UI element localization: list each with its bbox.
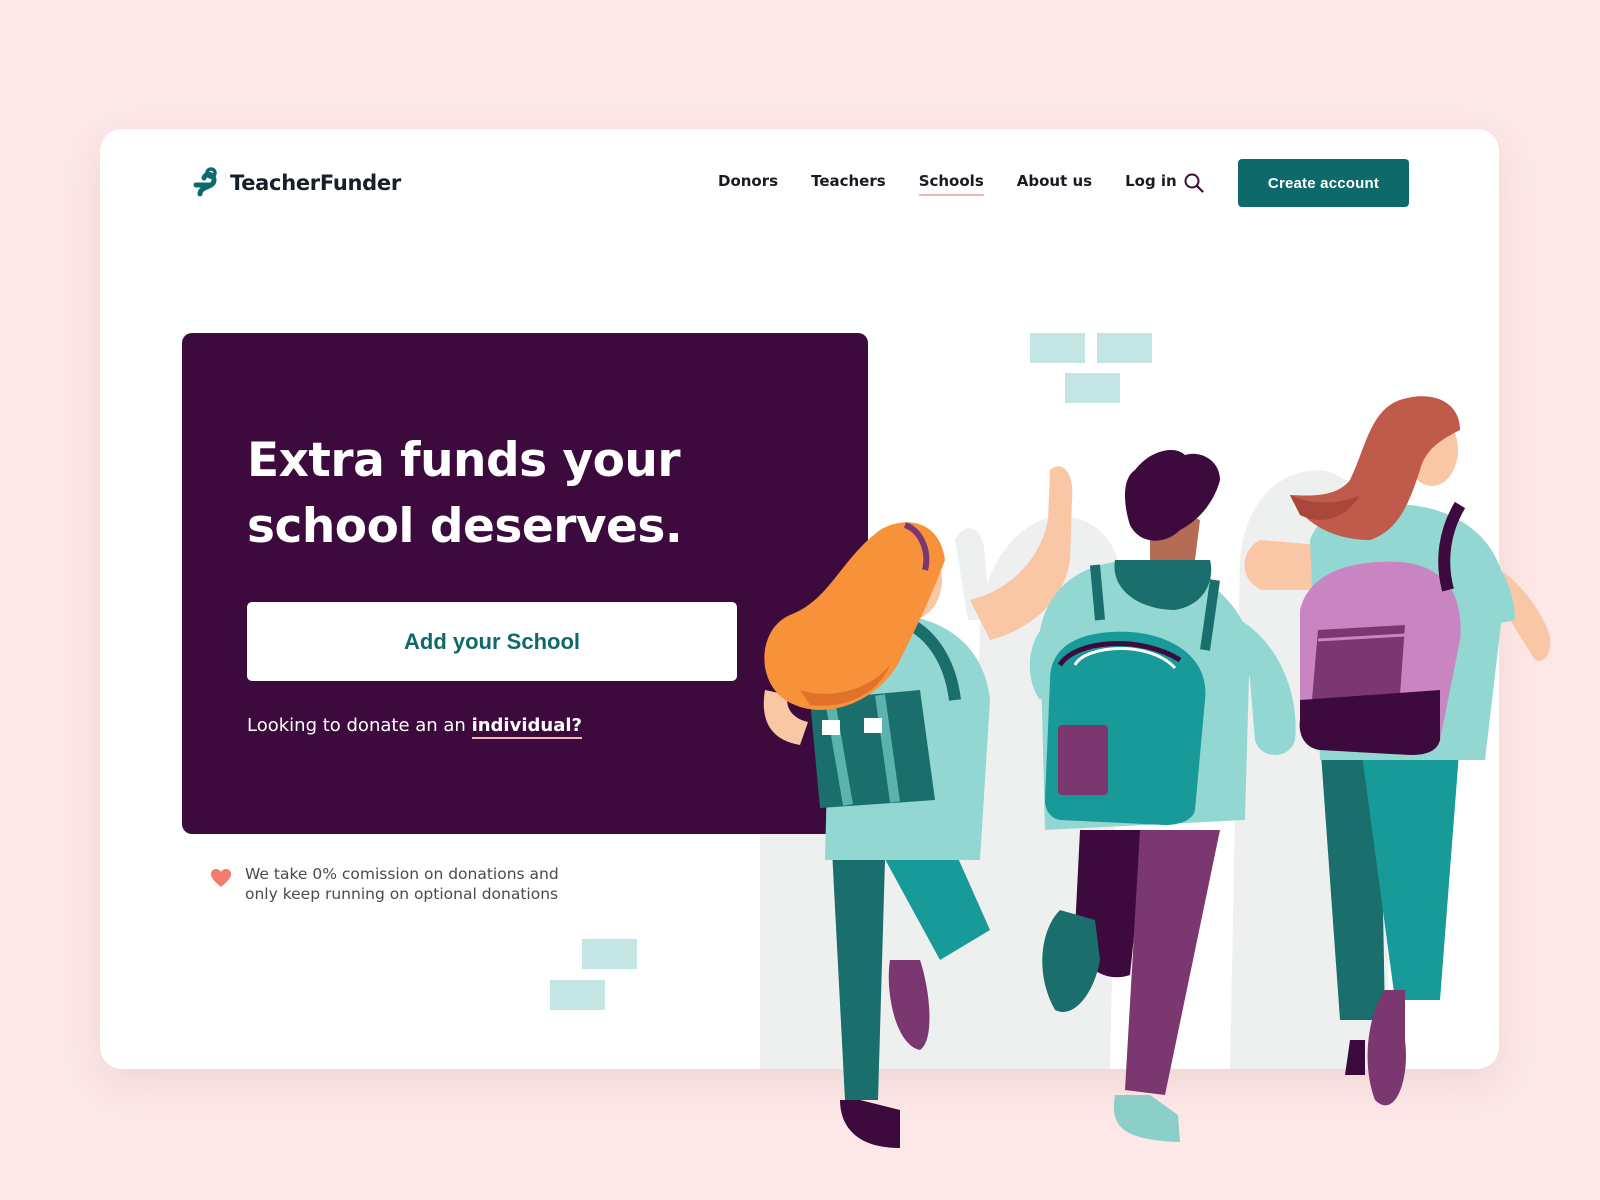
student-girl-left [763, 466, 1073, 1148]
student-girl-right [1244, 396, 1551, 1106]
students-illustration [763, 396, 1551, 1148]
